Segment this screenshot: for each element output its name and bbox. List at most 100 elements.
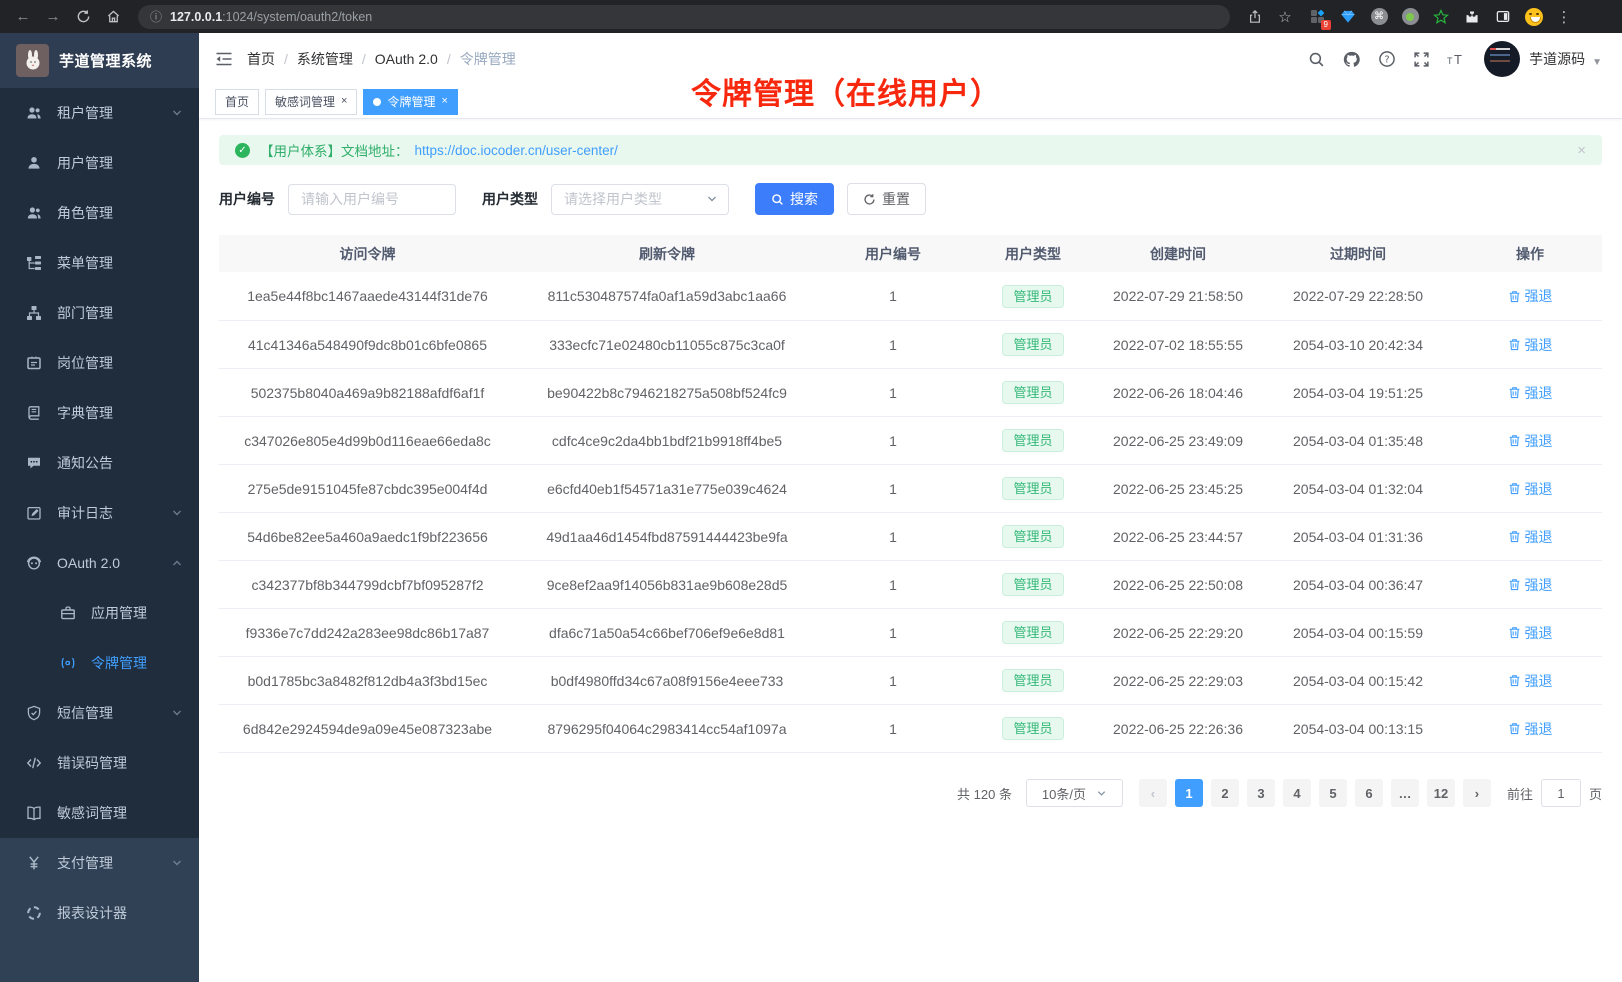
help-icon[interactable]: ?: [1378, 50, 1396, 68]
site-info-icon[interactable]: ⓘ: [150, 8, 162, 25]
user-type-badge: 管理员: [1002, 573, 1063, 596]
force-logout-button[interactable]: 强退: [1508, 575, 1553, 595]
sidebar-submenu: 租户管理 用户管理 角色管理 菜单管理 部门管理 岗位管理 字典管理 通知公告 …: [0, 88, 199, 838]
doc-link[interactable]: https://doc.iocoder.cn/user-center/: [415, 143, 618, 158]
prev-page-button[interactable]: ‹: [1139, 779, 1167, 807]
sidebar-item-oauth[interactable]: OAuth 2.0: [0, 538, 199, 588]
search-button[interactable]: 搜索: [755, 183, 834, 215]
page-button-3[interactable]: 3: [1247, 779, 1275, 807]
close-icon[interactable]: ×: [441, 96, 447, 107]
sidebar-item-notice[interactable]: 通知公告: [0, 438, 199, 488]
fullscreen-icon[interactable]: [1413, 51, 1430, 68]
access-token-cell: 6d842e2924594de9a09e45e087323abe: [219, 705, 516, 752]
sidebar-item-role[interactable]: 角色管理: [0, 188, 199, 238]
bookmark-star-icon[interactable]: ☆: [1272, 5, 1298, 29]
force-logout-button[interactable]: 强退: [1508, 623, 1553, 643]
table-row: 502375b8040a469a9b82188afdf6af1f be90422…: [219, 368, 1602, 416]
command-icon[interactable]: ⌘: [1366, 5, 1392, 29]
goto-page-input[interactable]: [1541, 779, 1581, 807]
user-id-label: 用户编号: [219, 189, 275, 209]
sidebar-item-post[interactable]: 岗位管理: [0, 338, 199, 388]
sidebar-item-menu-tree[interactable]: 菜单管理: [0, 238, 199, 288]
sidebar-item-user[interactable]: 用户管理: [0, 138, 199, 188]
user-type-badge: 管理员: [1002, 717, 1063, 740]
alert-close-icon[interactable]: ×: [1577, 142, 1586, 159]
star-extension-icon[interactable]: [1428, 5, 1454, 29]
reload-icon[interactable]: [70, 5, 96, 29]
chevron-icon: [171, 507, 183, 519]
access-token-cell: f9336e7c7dd242a283ee98dc86b17a87: [219, 609, 516, 656]
reset-button[interactable]: 重置: [847, 183, 926, 215]
sidebar-item-tenant[interactable]: 租户管理: [0, 88, 199, 138]
access-token-cell: 1ea5e44f8bc1467aaede43144f31de76: [219, 272, 516, 320]
github-icon[interactable]: [1342, 50, 1361, 69]
sidebar-item-token[interactable]: 令牌管理: [0, 638, 199, 688]
breadcrumb-home[interactable]: 首页: [247, 49, 275, 69]
forward-icon[interactable]: →: [40, 5, 66, 29]
created-time-cell: 2022-06-25 22:26:36: [1098, 705, 1258, 752]
font-size-icon[interactable]: TT: [1447, 51, 1467, 67]
gem-icon[interactable]: [1335, 5, 1361, 29]
force-logout-button[interactable]: 强退: [1508, 479, 1553, 499]
tag-home[interactable]: 首页: [215, 89, 259, 115]
expires-time-cell: 2054-03-04 00:36:47: [1258, 561, 1458, 608]
page-button-4[interactable]: 4: [1283, 779, 1311, 807]
user-id-input[interactable]: [288, 184, 456, 215]
sidebar-item-pay[interactable]: 支付管理: [0, 838, 199, 888]
page-button-5[interactable]: 5: [1319, 779, 1347, 807]
user-avatar[interactable]: [1484, 41, 1520, 77]
force-logout-button[interactable]: 强退: [1508, 335, 1553, 355]
page-button-…[interactable]: …: [1391, 779, 1419, 807]
extensions-grid-icon[interactable]: 9: [1304, 5, 1330, 29]
breadcrumb-system[interactable]: 系统管理: [297, 49, 353, 69]
page-button-1[interactable]: 1: [1175, 779, 1203, 807]
close-icon[interactable]: ×: [341, 96, 347, 107]
page-button-6[interactable]: 6: [1355, 779, 1383, 807]
access-token-cell: c347026e805e4d99b0d116eae66eda8c: [219, 417, 516, 464]
user-type-select[interactable]: 请选择用户类型: [551, 184, 729, 215]
recorder-icon[interactable]: [1397, 5, 1423, 29]
refresh-token-cell: 333ecfc71e02480cb11055c875c3ca0f: [516, 321, 818, 368]
user-id-cell: 1: [818, 369, 968, 416]
page-button-2[interactable]: 2: [1211, 779, 1239, 807]
sidebar-item-report-designer[interactable]: 报表设计器: [0, 888, 199, 938]
goto-suffix: 页: [1589, 784, 1602, 803]
force-logout-button[interactable]: 强退: [1508, 383, 1553, 403]
sidebar-item-dict[interactable]: 字典管理: [0, 388, 199, 438]
caret-down-icon[interactable]: ▼: [1592, 57, 1602, 68]
username[interactable]: 芋道源码: [1529, 49, 1585, 69]
kebab-menu-icon[interactable]: ⋮: [1551, 5, 1577, 29]
table-body: 1ea5e44f8bc1467aaede43144f31de76 811c530…: [219, 272, 1602, 752]
user-id-cell: 1: [818, 705, 968, 752]
force-logout-button[interactable]: 强退: [1508, 719, 1553, 739]
sidebar-item-application[interactable]: 应用管理: [0, 588, 199, 638]
sidebar-item-sensitive-word[interactable]: 敏感词管理: [0, 788, 199, 838]
col-user-type: 用户类型: [968, 235, 1098, 272]
side-panel-icon[interactable]: [1490, 5, 1516, 29]
force-logout-button[interactable]: 强退: [1508, 527, 1553, 547]
force-logout-button[interactable]: 强退: [1508, 671, 1553, 691]
next-page-button[interactable]: ›: [1463, 779, 1491, 807]
breadcrumb-oauth[interactable]: OAuth 2.0: [375, 51, 438, 67]
search-icon[interactable]: [1308, 51, 1325, 68]
force-logout-button[interactable]: 强退: [1508, 431, 1553, 451]
puzzle-icon[interactable]: [1459, 5, 1485, 29]
tag-token-active[interactable]: 令牌管理×: [363, 89, 457, 115]
sidebar-fold-icon[interactable]: [215, 51, 233, 67]
address-bar[interactable]: ⓘ 127.0.0.1:1024/system/oauth2/token: [138, 5, 1230, 29]
sidebar-item-error-code[interactable]: 错误码管理: [0, 738, 199, 788]
page-size-select[interactable]: 10条/页: [1026, 779, 1123, 807]
user-type-cell: 管理员: [968, 609, 1098, 656]
refresh-token-cell: be90422b8c7946218275a508bf524fc9: [516, 369, 818, 416]
sidebar-item-sms[interactable]: 短信管理: [0, 688, 199, 738]
tag-sensitive-word[interactable]: 敏感词管理×: [265, 89, 357, 115]
force-logout-button[interactable]: 强退: [1508, 286, 1553, 306]
page-button-12[interactable]: 12: [1427, 779, 1455, 807]
action-cell: 强退: [1458, 609, 1602, 656]
home-icon[interactable]: [100, 5, 126, 29]
share-icon[interactable]: [1242, 5, 1268, 29]
sidebar-item-audit-log[interactable]: 审计日志: [0, 488, 199, 538]
back-icon[interactable]: ←: [10, 5, 36, 29]
sidebar-item-dept[interactable]: 部门管理: [0, 288, 199, 338]
emoji-avatar-icon[interactable]: [1521, 5, 1547, 29]
